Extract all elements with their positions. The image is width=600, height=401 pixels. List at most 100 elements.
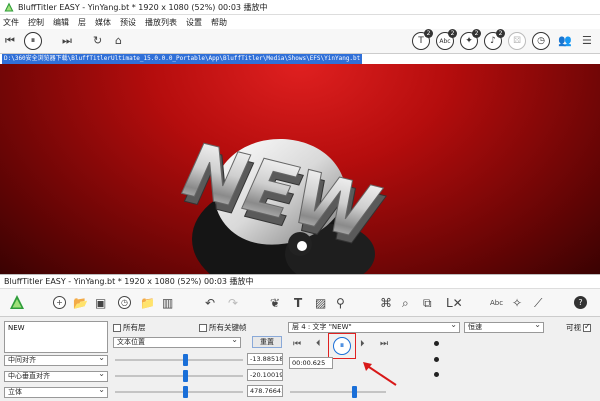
text-abc-icon[interactable]: Abc <box>490 297 503 309</box>
slider-track <box>115 375 243 377</box>
rewind-icon[interactable]: ⏮ <box>5 34 15 48</box>
slider-thumb[interactable] <box>182 370 188 382</box>
menu-presets[interactable]: 预设 <box>120 17 136 28</box>
add-layer-button[interactable]: + <box>53 296 66 309</box>
prev-frame-icon[interactable]: ⏴ <box>316 339 321 349</box>
delete-layer-icon[interactable]: L✕ <box>446 297 463 309</box>
z-slider[interactable] <box>115 386 243 398</box>
keyframe-dot[interactable] <box>434 372 439 377</box>
file-path[interactable]: D:\360安全浏览器下载\BluffTitlerUltimate_15.0.0… <box>2 54 363 64</box>
folder-export-icon[interactable]: 📁 <box>140 297 155 309</box>
control-panel: BluffTitler EASY - YinYang.bt * 1920 x 1… <box>0 274 600 401</box>
reset-button[interactable]: 重置 <box>252 336 282 348</box>
x-value-input[interactable]: -13.88518 <box>247 353 283 365</box>
easing-select[interactable]: 恒速 <box>464 322 544 333</box>
next-frame-icon[interactable]: ⏵ <box>360 339 365 349</box>
sparkle-icon[interactable]: ✧ <box>512 297 522 309</box>
timer-button[interactable]: ◷ <box>532 32 550 50</box>
skip-end-icon[interactable]: ⏭ <box>380 339 388 349</box>
slider-thumb[interactable] <box>182 386 188 398</box>
checkbox-box[interactable] <box>199 323 207 332</box>
save-icon[interactable]: ▣ <box>95 297 106 309</box>
text-layer-icon: T <box>418 36 424 46</box>
menu-settings[interactable]: 设置 <box>186 17 202 28</box>
menu-layer[interactable]: 层 <box>78 17 86 28</box>
render-mode-select[interactable]: 立体 <box>4 387 108 398</box>
text-input[interactable]: NEW <box>4 321 108 353</box>
slider-thumb[interactable] <box>352 386 357 398</box>
pause-button[interactable]: ⏸ <box>24 32 42 50</box>
menu-media[interactable]: 媒体 <box>95 17 111 28</box>
help-icon: ? <box>578 298 583 307</box>
menu-playlist[interactable]: 播放列表 <box>145 17 177 28</box>
shapes-icon[interactable]: ⚲ <box>336 297 345 309</box>
open-folder-icon[interactable]: 📂 <box>73 297 88 309</box>
render-viewport[interactable]: NEW NEW <box>0 64 600 274</box>
visible-checkbox[interactable]: 可视 <box>566 322 591 333</box>
checkbox-box[interactable] <box>113 323 121 332</box>
vertex-icon[interactable]: ⌘ <box>380 297 392 309</box>
badge: 2 <box>496 29 505 38</box>
menu-file[interactable]: 文件 <box>3 17 19 28</box>
layer-select[interactable]: 层 4 : 文字 "NEW" <box>288 322 460 333</box>
text-abc-button[interactable]: Abc 2 <box>436 29 457 50</box>
camera-icon[interactable]: ⌕ <box>402 297 409 309</box>
title-bar: BluffTitler EASY - YinYang.bt * 1920 x 1… <box>0 0 600 15</box>
all-layers-label: 所有层 <box>123 323 146 332</box>
main-toolbar: ⏮ ⏸ ⏭ ↻ ⌂ T 2 Abc 2 ✦ 2 ♪ 2 ⚄ ◷ 👥 ☰ <box>0 29 600 54</box>
text-abc-icon: Abc <box>439 37 451 45</box>
clock-button[interactable]: ◷ <box>118 296 131 309</box>
home-icon[interactable]: ⌂ <box>115 34 122 47</box>
visible-label: 可视 <box>566 323 581 332</box>
timer-icon: ◷ <box>537 36 545 46</box>
image-icon[interactable]: ▨ <box>315 297 326 309</box>
magic-wand-icon[interactable]: ⟋ <box>534 297 542 309</box>
duplicate-icon[interactable]: ⧉ <box>423 297 432 309</box>
slider-track <box>290 391 386 393</box>
all-keyframes-checkbox[interactable]: 所有关键帧 <box>199 322 247 333</box>
horizontal-align-select[interactable]: 中间对齐 <box>4 355 108 366</box>
media-button[interactable]: ♪ 2 <box>484 29 505 50</box>
panel-pause-button[interactable]: ⏸ <box>333 337 351 355</box>
redo-icon[interactable]: ↷ <box>228 297 238 309</box>
filmstrip-icon[interactable]: ▥ <box>162 297 173 309</box>
text-layer-button[interactable]: T 2 <box>412 29 433 50</box>
x-slider[interactable] <box>115 354 243 366</box>
all-keyframes-label: 所有关键帧 <box>209 323 247 332</box>
property-select[interactable]: 文本位置 <box>113 337 241 348</box>
panel-title-bar: BluffTitler EASY - YinYang.bt * 1920 x 1… <box>0 275 600 289</box>
users-icon[interactable]: 👥 <box>558 34 572 47</box>
badge: 2 <box>424 29 433 38</box>
paint-icon[interactable]: ❦ <box>270 297 280 309</box>
menu-help[interactable]: 帮助 <box>211 17 227 28</box>
text-tool-icon[interactable]: T <box>294 297 302 309</box>
effects-button[interactable]: ✦ 2 <box>460 29 481 50</box>
pause-icon: ⏸ <box>30 36 36 46</box>
panel-toolbar: + 📂 ▣ ◷ 📁 ▥ ↶ ↷ ❦ T ▨ ⚲ ⌘ ⌕ ⧉ L✕ Abc ✧ ⟋… <box>0 289 600 317</box>
menu-edit[interactable]: 编辑 <box>53 17 69 28</box>
path-bar[interactable]: D:\360安全浏览器下载\BluffTitlerUltimate_15.0.0… <box>0 54 600 64</box>
media-icon: ♪ <box>490 36 496 46</box>
slider-track <box>115 391 243 393</box>
y-slider[interactable] <box>115 370 243 382</box>
vertical-align-select[interactable]: 中心垂直对齐 <box>4 371 108 382</box>
z-value-input[interactable]: 478.76641 <box>247 385 283 397</box>
dice-button[interactable]: ⚄ <box>508 32 526 50</box>
refresh-icon[interactable]: ↻ <box>93 34 102 47</box>
forward-icon[interactable]: ⏭ <box>62 34 72 48</box>
checkbox-box[interactable] <box>583 322 591 332</box>
slider-thumb[interactable] <box>182 354 188 366</box>
time-input[interactable]: 00:00.625 <box>289 357 333 369</box>
menu-icon[interactable]: ☰ <box>582 34 592 47</box>
effects-icon: ✦ <box>465 36 473 46</box>
all-layers-checkbox[interactable]: 所有层 <box>113 322 146 333</box>
keyframe-dot[interactable] <box>434 357 439 362</box>
panel-title: BluffTitler EASY - YinYang.bt * 1920 x 1… <box>4 277 254 286</box>
keyframe-dot[interactable] <box>434 341 439 346</box>
skip-start-icon[interactable]: ⏮ <box>293 339 301 349</box>
menu-control[interactable]: 控制 <box>28 17 44 28</box>
app-logo-icon <box>10 295 24 309</box>
y-value-input[interactable]: -20.10019 <box>247 369 283 381</box>
help-button[interactable]: ? <box>574 296 587 309</box>
undo-icon[interactable]: ↶ <box>205 297 215 309</box>
